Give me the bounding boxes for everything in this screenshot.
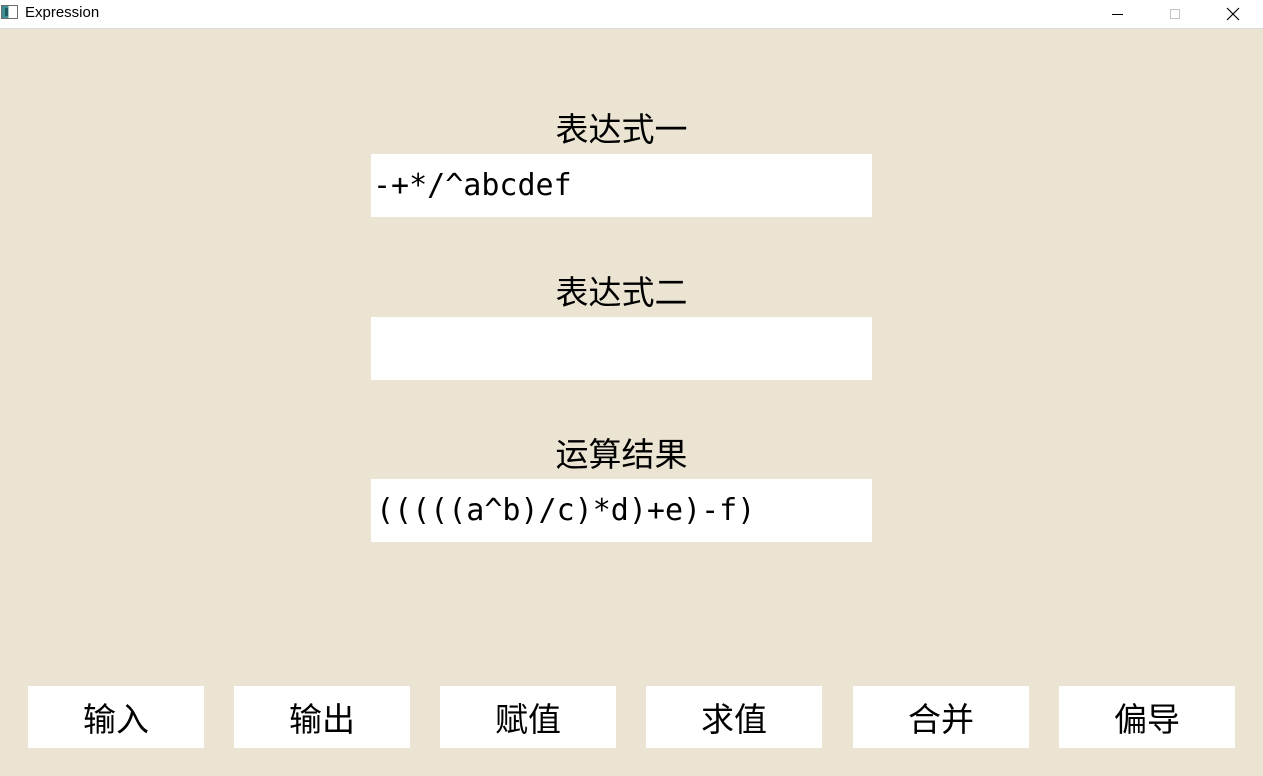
output-button[interactable]: 输出 (234, 686, 410, 748)
expression1-label: 表达式一 (555, 110, 688, 149)
result-output[interactable] (371, 479, 872, 542)
partial-derivative-button[interactable]: 偏导 (1059, 686, 1235, 748)
expression2-input[interactable] (371, 317, 872, 380)
close-icon (1226, 7, 1240, 21)
maximize-icon (1170, 9, 1180, 19)
assign-button[interactable]: 赋值 (440, 686, 616, 748)
window-title: Expression (25, 4, 100, 21)
main-window: Expression 表达式一 表达式二 运算结果 输入 输出 赋值 求值 合并… (0, 0, 1263, 776)
title-bar[interactable]: Expression (0, 0, 1263, 29)
evaluate-button[interactable]: 求值 (646, 686, 822, 748)
minimize-icon (1111, 13, 1123, 15)
expression2-label: 表达式二 (555, 273, 688, 312)
app-icon (1, 5, 18, 19)
expression1-input[interactable] (371, 154, 872, 217)
result-label: 运算结果 (555, 435, 688, 474)
maximize-button[interactable] (1152, 0, 1198, 28)
input-button[interactable]: 输入 (28, 686, 204, 748)
minimize-button[interactable] (1094, 0, 1140, 28)
close-button[interactable] (1210, 0, 1256, 28)
merge-button[interactable]: 合并 (853, 686, 1029, 748)
